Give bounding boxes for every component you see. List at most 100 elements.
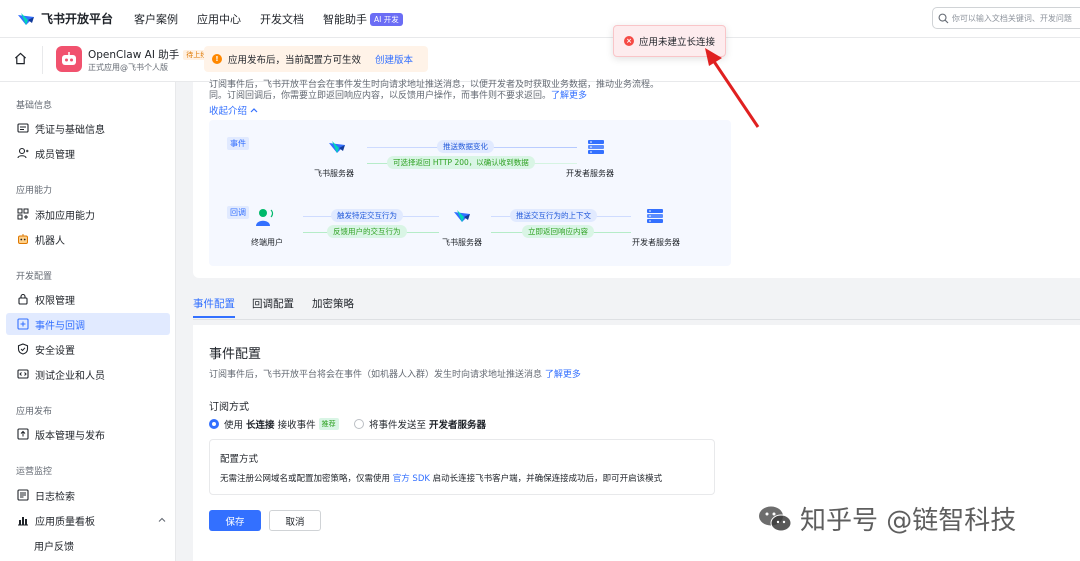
dev-server-label-2: 开发者服务器	[632, 238, 680, 247]
sidebar-item-user-feedback[interactable]: 用户反馈	[34, 538, 74, 553]
cancel-button[interactable]: 取消	[269, 510, 321, 531]
search-input[interactable]	[951, 13, 1080, 23]
official-sdk-link[interactable]: 官方 SDK	[393, 474, 430, 484]
log-icon	[17, 489, 29, 501]
sidebar-item-label: 安全设置	[35, 345, 75, 357]
brand[interactable]: 飞书开放平台	[16, 10, 134, 27]
search-box[interactable]	[932, 7, 1080, 29]
app-subtitle: 正式应用@飞书个人版	[88, 63, 168, 72]
error-icon: ×	[624, 36, 634, 46]
tab-encryption[interactable]: 加密策略	[312, 296, 354, 311]
sidebar-item-log-search[interactable]: 日志检索	[6, 484, 170, 506]
sidebar-item-permissions[interactable]: 权限管理	[6, 288, 170, 310]
bar-chart-icon	[18, 517, 28, 526]
publish-notice: ! 应用发布后，当前配置方可生效 创建版本	[204, 46, 428, 72]
feishu-server-icon	[454, 210, 470, 222]
recommended-badge: 推荐	[318, 418, 339, 430]
watermark-text: 知乎号 @链智科技	[800, 506, 1017, 536]
nav-ai-assistant[interactable]: 智能助手 AI 开发	[323, 11, 403, 27]
radio-button-unselected[interactable]	[354, 419, 364, 429]
toast-text: 应用未建立长连接	[639, 37, 716, 48]
cfg-desc-prefix: 无需注册公网域名或配置加密策略，仅需使用	[220, 474, 391, 484]
intro-card: 订阅事件后，飞书开放平台会在事件发生时向请求地址推送消息，以便开发者及时获取业务…	[193, 80, 1080, 278]
option1-bold: 长连接	[246, 420, 275, 431]
nav-app-center[interactable]: 应用中心	[197, 11, 241, 27]
feishu-server-label-2: 飞书服务器	[442, 238, 482, 247]
chevron-up-icon	[250, 108, 258, 113]
ai-dev-badge: AI 开发	[370, 12, 403, 26]
event-config-desc-text: 订阅事件后，飞书开放平台将会在事件（如机器人入群）发生时向请求地址推送消息	[209, 370, 543, 380]
sidebar-item-label: 机器人	[35, 235, 65, 247]
home-icon[interactable]	[14, 52, 27, 65]
app-header: OpenClaw AI 助手 待上线 正式应用@飞书个人版 ! 应用发布后，当前配…	[0, 38, 1080, 82]
dev-server-icon	[647, 209, 663, 223]
event-plus-icon	[17, 318, 29, 330]
brand-name: 飞书开放平台	[41, 12, 114, 26]
cfg-desc-suffix: 启动长连接飞书客户端，并确保连接成功后，即可开启该模式	[432, 474, 663, 484]
watermark: 知乎号 @链智科技	[758, 500, 1016, 537]
sidebar-item-members[interactable]: 成员管理	[6, 142, 170, 164]
sidebar-item-label: 权限管理	[35, 295, 75, 307]
event-config-title: 事件配置	[209, 347, 262, 362]
option2-prefix: 将事件发送至	[369, 420, 427, 431]
sidebar-item-add-capability[interactable]: 添加应用能力	[6, 203, 170, 225]
return-200-pill: 可选择返回 HTTP 200，以确认收到数据	[387, 156, 535, 169]
tab-event-config[interactable]: 事件配置	[193, 296, 235, 311]
sidebar-item-label: 应用质量看板	[35, 516, 95, 528]
upload-box-icon	[17, 428, 29, 440]
search-icon	[938, 13, 949, 23]
sidebar-item-quality-dashboard[interactable]: 应用质量看板	[6, 509, 170, 531]
end-user-label: 终端用户	[251, 238, 283, 247]
user-icon	[17, 147, 29, 159]
shield-icon	[17, 343, 29, 355]
nav-customer-cases[interactable]: 客户案例	[134, 11, 178, 27]
sidebar-item-bot[interactable]: 机器人	[6, 228, 170, 250]
code-box-icon	[17, 369, 29, 379]
sidebar-item-label: 日志检索	[35, 491, 75, 503]
bot-icon	[18, 234, 28, 244]
event-config-desc: 订阅事件后，飞书开放平台将会在事件（如机器人入群）发生时向请求地址推送消息 了解…	[209, 367, 581, 380]
grid-plus-icon	[17, 208, 29, 220]
intro-line-2-text: 同。订阅回调后，你需要立即返回响应内容，以反馈用户操作，而事件则不要求返回。	[209, 91, 552, 101]
sidebar-item-label: 成员管理	[35, 149, 75, 161]
option1-suffix: 接收事件	[277, 420, 316, 431]
sidebar-group-basic: 基础信息	[16, 101, 53, 111]
chevron-up-icon[interactable]	[158, 516, 166, 524]
radio-long-connection[interactable]: 使用 长连接 接收事件 推荐	[209, 417, 339, 431]
notice-text: 应用发布后，当前配置方可生效	[228, 55, 362, 66]
push-data-pill: 推送数据变化	[437, 140, 494, 153]
radio-button-selected[interactable]	[209, 419, 219, 429]
option1-prefix: 使用	[224, 420, 244, 431]
return-response-pill: 立即返回响应内容	[522, 225, 594, 238]
trigger-pill: 触发特定交互行为	[331, 209, 403, 222]
feishu-logo-icon	[18, 12, 34, 25]
feishu-server-icon	[329, 141, 345, 153]
sidebar-group-capability: 应用能力	[16, 186, 53, 196]
tab-callback-config[interactable]: 回调配置	[252, 296, 294, 311]
sidebar-item-credentials[interactable]: 凭证与基础信息	[6, 117, 170, 139]
sidebar-item-label: 版本管理与发布	[35, 430, 105, 442]
sidebar-item-test-tenants[interactable]: 测试企业和人员	[6, 363, 170, 385]
id-card-icon	[17, 123, 29, 133]
feedback-pill: 反馈用户的交互行为	[327, 225, 407, 238]
subscription-mode-title: 订阅方式	[209, 402, 249, 413]
save-button[interactable]: 保存	[209, 510, 261, 531]
sidebar-item-security[interactable]: 安全设置	[6, 338, 170, 360]
event-tag: 事件	[227, 137, 249, 150]
sidebar-item-events-callbacks[interactable]: 事件与回调	[6, 313, 170, 335]
event-learn-more-link[interactable]: 了解更多	[545, 370, 581, 380]
nav-dev-docs[interactable]: 开发文档	[260, 11, 304, 27]
collapse-intro-toggle[interactable]: 收起介绍	[209, 103, 258, 117]
error-toast: × 应用未建立长连接	[613, 25, 726, 57]
feishu-server-label: 飞书服务器	[314, 169, 354, 178]
create-version-link[interactable]: 创建版本	[375, 52, 413, 66]
config-method-desc: 无需注册公网域名或配置加密策略，仅需使用 官方 SDK 启动长连接飞书客户端，并…	[220, 472, 662, 484]
sidebar-item-versions[interactable]: 版本管理与发布	[6, 423, 170, 445]
push-context-pill: 推送交互行为的上下文	[510, 209, 597, 222]
intro-learn-more-link[interactable]: 了解更多	[551, 91, 587, 101]
sidebar-item-label: 凭证与基础信息	[35, 124, 105, 136]
sidebar-item-label: 事件与回调	[35, 320, 85, 332]
radio-dev-server[interactable]: 将事件发送至 开发者服务器	[354, 417, 486, 431]
app-name-text: OpenClaw AI 助手	[88, 49, 180, 61]
wechat-icon	[759, 506, 792, 531]
